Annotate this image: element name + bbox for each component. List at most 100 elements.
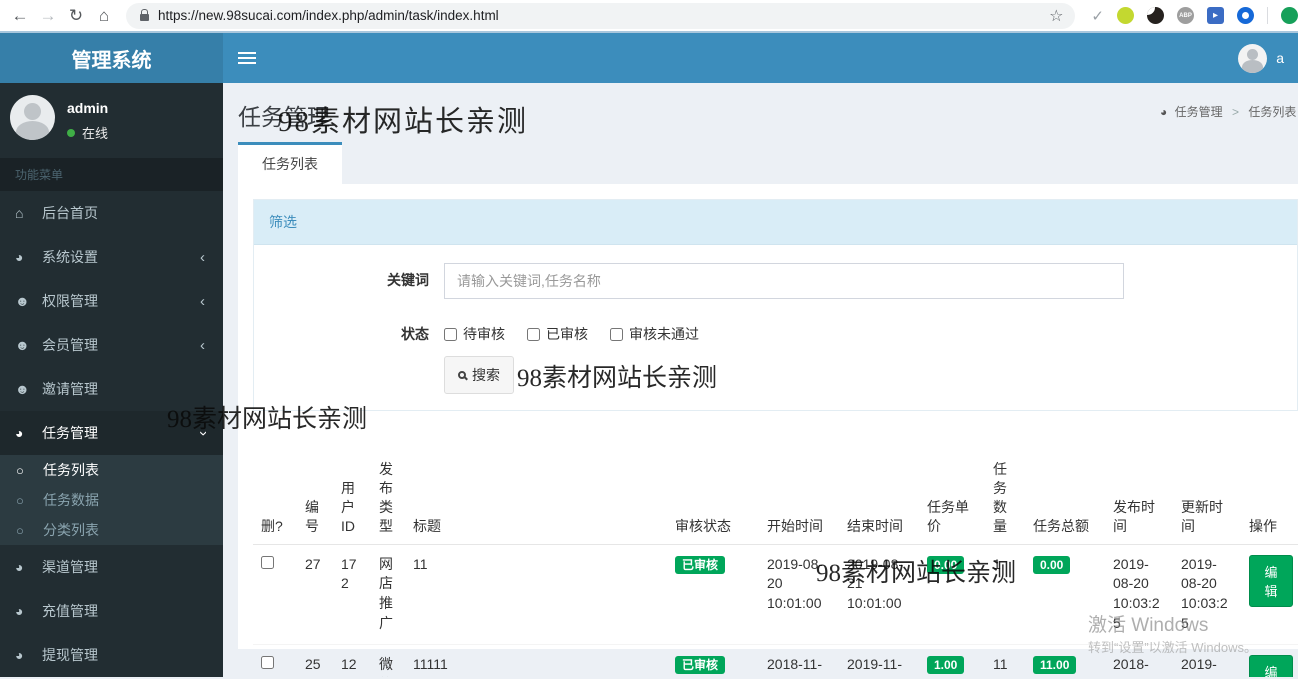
breadcrumb-separator: > <box>1231 105 1239 119</box>
sidebar-item-label: 系统设置 <box>42 249 98 265</box>
task-id: 27 <box>305 555 321 572</box>
menu-section-label: 功能菜单 <box>0 158 223 191</box>
divider <box>1267 7 1268 24</box>
status-checkbox-label: 待审核 <box>463 326 505 342</box>
unit-price-badge: 0.00 <box>927 555 965 574</box>
sidebar-item[interactable]: ☻ 邀请管理 <box>0 367 223 411</box>
column-header: 操作 <box>1241 452 1298 545</box>
extension-row: ✓ ABP ▸ <box>1083 7 1298 25</box>
page-title: 任务管理 <box>238 104 330 130</box>
home-icon[interactable]: ⌂ <box>90 2 118 30</box>
sidebar-item[interactable]: ◕ 渠道管理 <box>0 545 223 589</box>
hamburger-icon[interactable] <box>238 49 256 67</box>
sidebar-menu: ⌂ 后台首页 ◕ 系统设置 ‹ ☻ 权限管理 ‹ ☻ 会员管理 ‹ ☻ 邀请管理 ◕ 任务管理 ‹ ○ 任务列表 ○… <box>0 191 223 677</box>
column-header: 删? <box>253 452 297 545</box>
end-time: 2019-08-21 10:01:00 <box>847 555 904 612</box>
users-icon: ☻ <box>15 293 30 309</box>
status-checkbox-input[interactable] <box>527 327 540 341</box>
url-text[interactable]: https://new.98sucai.com/index.php/admin/… <box>158 8 1041 23</box>
start-time: 2019-08-20 10:01:00 <box>767 555 824 612</box>
column-header: 发布类型 <box>371 452 405 545</box>
sidebar-item[interactable]: ⌂ 后台首页 <box>0 191 223 235</box>
sidebar-item-label: 提现管理 <box>42 647 98 663</box>
status-options: 待审核 已审核 审核未通过 <box>444 317 1287 344</box>
row-select-checkbox[interactable] <box>261 555 274 569</box>
keyword-label: 关键词 <box>387 272 429 288</box>
content-header: 任务管理 ◕ 任务管理 > 任务列表 <box>223 83 1298 142</box>
users-icon: ☻ <box>15 337 30 353</box>
gauge-icon: ◕ <box>15 603 24 619</box>
sidebar-item[interactable]: ◕ 提现管理 <box>0 633 223 677</box>
column-header: 任务单价 <box>919 452 985 545</box>
gauge-icon: ◕ <box>15 559 24 575</box>
home-icon: ⌂ <box>15 205 24 221</box>
sidebar-item-label: 充值管理 <box>42 603 98 619</box>
sidebar-item[interactable]: ◕ 充值管理 <box>0 589 223 633</box>
table-row: 27 172 网店推广 11 已审核 2019-08-20 10:01:00 2019-08… <box>253 544 1298 646</box>
bookmark-star-icon[interactable]: ☆ <box>1049 6 1063 26</box>
reload-icon[interactable]: ↻ <box>62 2 90 30</box>
chevron-left-icon: ‹ <box>200 248 205 266</box>
users-icon: ☻ <box>15 381 30 397</box>
status-checkbox[interactable]: 已审核 <box>527 324 588 344</box>
breadcrumb-item: 任务列表 <box>1248 105 1297 119</box>
sidebar-subitem[interactable]: ○ 任务列表 <box>0 455 223 485</box>
chevron-left-icon: ‹ <box>200 292 205 310</box>
url-bar[interactable]: https://new.98sucai.com/index.php/admin/… <box>126 2 1076 29</box>
sidebar-item-label: 任务管理 <box>42 425 98 441</box>
sidebar-item-label: 邀请管理 <box>42 381 98 397</box>
forward-arrow-icon[interactable]: → <box>34 2 62 30</box>
column-header: 用户ID <box>333 452 371 545</box>
abp-extension-icon[interactable]: ABP <box>1177 7 1194 24</box>
topnav: a <box>223 33 1298 83</box>
row-select-checkbox[interactable] <box>261 656 274 670</box>
main-content: 任务管理 ◕ 任务管理 > 任务列表 任务列表 筛选 关键词 请输入关键词,任务… <box>223 83 1298 677</box>
status-badge: 已审核 <box>675 555 726 574</box>
lock-icon <box>140 8 149 21</box>
filter-box-header: 筛选 <box>254 200 1297 245</box>
app-logo[interactable]: 管理系统 <box>0 33 223 83</box>
sidebar-user-panel: admin 在线 <box>0 83 223 154</box>
publish-time: 2019-08-20 10:03:25 <box>1113 555 1160 632</box>
status-checkbox-input[interactable] <box>610 327 623 341</box>
sidebar-item[interactable]: ◕ 系统设置 ‹ <box>0 235 223 279</box>
tab-task-list[interactable]: 任务列表 <box>238 142 342 184</box>
tab-bar: 任务列表 <box>238 142 1298 184</box>
search-button[interactable]: 搜索 <box>444 356 514 394</box>
sidebar-item[interactable]: ☻ 权限管理 ‹ <box>0 279 223 323</box>
circle-o-icon: ○ <box>16 492 24 508</box>
sidebar-item[interactable]: ☻ 会员管理 ‹ <box>0 323 223 367</box>
keyword-input[interactable] <box>444 263 1124 299</box>
sidebar-subitem[interactable]: ○ 分类列表 <box>0 515 223 545</box>
swoosh-extension-icon[interactable] <box>1147 7 1164 24</box>
circle-o-icon: ○ <box>16 522 24 538</box>
end-time: 2019-11-15 <box>847 656 903 677</box>
status-checkbox-input[interactable] <box>444 327 457 341</box>
yellow-extension-icon[interactable] <box>1117 7 1134 24</box>
status-checkbox[interactable]: 待审核 <box>444 324 505 344</box>
check-extension-icon[interactable]: ✓ <box>1091 7 1104 25</box>
blue-square-extension-icon[interactable]: ▸ <box>1207 7 1224 24</box>
edit-button[interactable]: 编辑 <box>1249 655 1293 677</box>
gauge-icon: ◕ <box>1160 105 1168 119</box>
gauge-icon: ◕ <box>15 425 24 441</box>
green-extension-icon[interactable] <box>1281 7 1298 24</box>
blue-ring-extension-icon[interactable] <box>1237 7 1254 24</box>
chevron-left-icon: ‹ <box>200 336 205 354</box>
sidebar-item[interactable]: ◕ 任务管理 ‹ <box>0 411 223 455</box>
sidebar-item-label: 渠道管理 <box>42 559 98 575</box>
user-avatar-icon <box>1238 43 1268 73</box>
column-header: 编号 <box>297 452 333 545</box>
topbar-user[interactable]: a <box>1238 43 1284 73</box>
edit-button[interactable]: 编辑 <box>1249 554 1293 607</box>
sidebar-submenu: ○ 任务列表 ○ 任务数据 ○ 分类列表 <box>0 455 223 545</box>
status-checkbox[interactable]: 审核未通过 <box>610 324 699 344</box>
sidebar-item-label: 后台首页 <box>42 205 98 221</box>
breadcrumb-item[interactable]: 任务管理 <box>1175 105 1223 119</box>
sidebar-subitem[interactable]: ○ 任务数据 <box>0 485 223 515</box>
column-header: 审核状态 <box>667 452 759 545</box>
filter-box: 筛选 关键词 状态 待审核 已审核 审核未通过 <box>253 199 1298 411</box>
table-header-row: 删? 编号 用户ID 发布类型 标题 审核状态 开始时间 结束时间 任务单价 任务数量 任务总额 发布… <box>253 452 1298 545</box>
back-arrow-icon[interactable]: ← <box>6 2 34 30</box>
chevron-down-icon: ‹ <box>194 430 211 436</box>
